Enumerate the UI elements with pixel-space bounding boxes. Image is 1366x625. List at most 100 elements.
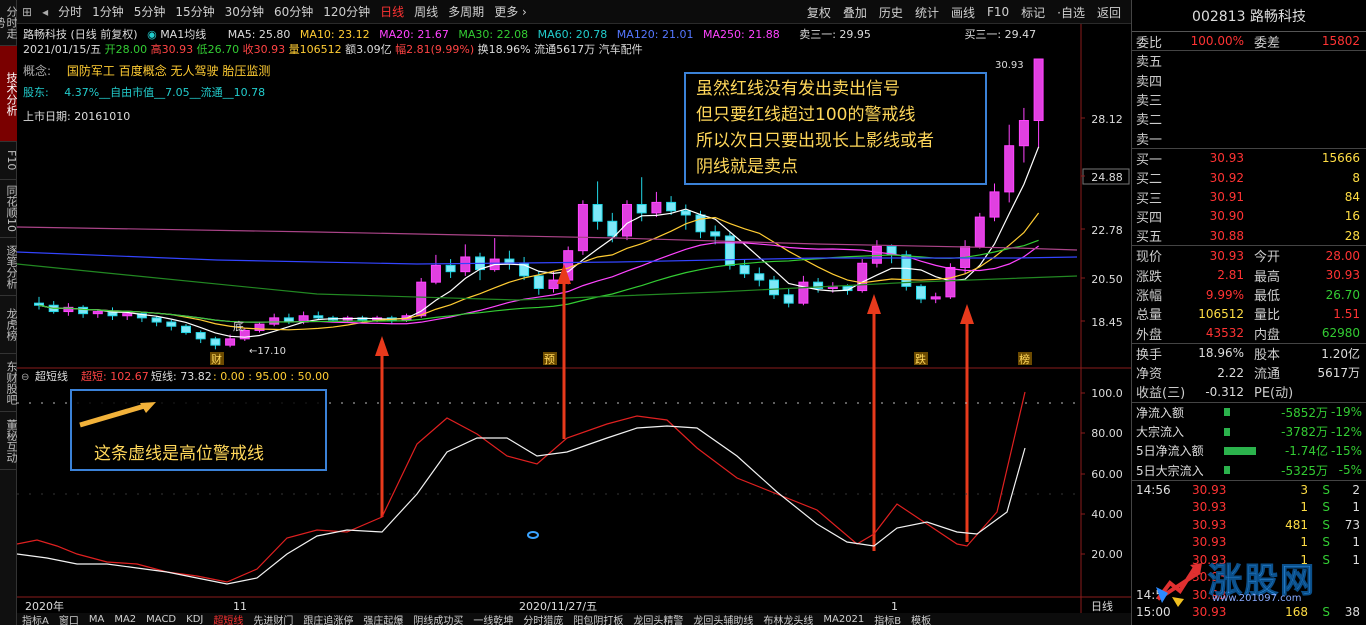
period-tab-2[interactable]: 5分钟 bbox=[129, 3, 171, 20]
tool-button-3[interactable]: 统计 bbox=[909, 4, 945, 21]
ma-toggle-icon[interactable]: ◉ bbox=[147, 28, 157, 41]
bar-date: 2021/01/15/五 bbox=[23, 43, 102, 56]
left-tab-5[interactable]: 龙虎榜 bbox=[0, 296, 18, 354]
tick-side: S bbox=[1322, 535, 1330, 550]
candle-body bbox=[974, 216, 985, 247]
tool-button-0[interactable]: 复权 bbox=[801, 4, 837, 21]
top-toolbar: ⊞ ◂ 分时 1分钟 5分钟 15分钟 30分钟 60分钟 120分钟 日线 周线 多周期 更多 ›… bbox=[17, 0, 1131, 24]
indicator-tab-8[interactable]: 跟庄追涨停 bbox=[298, 613, 358, 625]
indicator-tab-4[interactable]: MACD bbox=[141, 614, 181, 625]
left-tab-1[interactable]: 技术分析 bbox=[0, 46, 18, 142]
flow-label: 大宗流入 bbox=[1136, 425, 1185, 440]
candle-body bbox=[724, 235, 735, 266]
weibi-row: 委比 100.00% 委差 15802 bbox=[1132, 32, 1366, 52]
indicator-tab-11[interactable]: 一线乾坤 bbox=[468, 613, 518, 625]
left-tab-6[interactable]: 东财股吧 bbox=[0, 354, 18, 412]
stat-row: 现价 30.93 今开 28.00 bbox=[1132, 246, 1366, 266]
bar-volume: 量106512 bbox=[288, 43, 342, 56]
indicator-tab-16[interactable]: 布林龙头线 bbox=[758, 613, 818, 625]
tool-button-8[interactable]: 返回 bbox=[1091, 4, 1127, 21]
period-tab-5[interactable]: 60分钟 bbox=[269, 3, 318, 20]
period-tab-9[interactable]: 多周期 bbox=[443, 3, 489, 20]
tick-price: 30.93 bbox=[1192, 535, 1227, 550]
left-tab-0[interactable]: 分时走势 bbox=[0, 0, 18, 46]
indicator-tab-6[interactable]: 超短线 bbox=[208, 613, 248, 625]
candle-body bbox=[78, 306, 89, 315]
left-tab-4[interactable]: 逐笔分析 bbox=[0, 238, 18, 296]
indicator-tab-13[interactable]: 阳包阴打板 bbox=[568, 613, 628, 625]
indicator-short: 短线: 73.82 bbox=[151, 369, 212, 383]
period-tab-7[interactable]: 日线 bbox=[375, 3, 409, 20]
indicator-tab-7[interactable]: 先进财门 bbox=[248, 613, 298, 625]
period-tab-4[interactable]: 30分钟 bbox=[220, 3, 269, 20]
flow-bar bbox=[1224, 427, 1230, 436]
back-icon[interactable]: ◂ bbox=[37, 5, 53, 19]
marker-icon bbox=[527, 531, 539, 539]
tool-button-5[interactable]: F10 bbox=[981, 5, 1015, 19]
ask-label: 卖四 bbox=[1136, 74, 1163, 90]
left-tab-2[interactable]: F10 bbox=[0, 142, 18, 180]
period-tab-6[interactable]: 120分钟 bbox=[318, 3, 375, 20]
indicator-tab-10[interactable]: 阴线成功买 bbox=[408, 613, 468, 625]
period-tab-0[interactable]: 分时 bbox=[53, 3, 87, 20]
stat-label: 换手 bbox=[1136, 347, 1163, 363]
candle-body bbox=[122, 313, 133, 317]
tool-button-4[interactable]: 画线 bbox=[945, 4, 981, 21]
bar-close: 收30.93 bbox=[242, 43, 286, 56]
stat-value: 18.96% bbox=[1198, 346, 1244, 361]
tool-button-7[interactable]: ·自选 bbox=[1051, 4, 1091, 21]
bid-price: 30.93 bbox=[1209, 151, 1244, 166]
stat-value: 62980 bbox=[1321, 326, 1360, 341]
grid-icon[interactable]: ⊞ bbox=[17, 5, 37, 19]
candle-body bbox=[607, 220, 618, 237]
period-tab-10[interactable]: 更多 › bbox=[489, 3, 532, 20]
stat-label: 量比 bbox=[1254, 308, 1281, 324]
chart-tools: 复权 叠加 历史 统计 画线 F10 标记 ·自选 返回 bbox=[801, 0, 1127, 24]
event-marker: 榜 bbox=[1019, 352, 1030, 366]
tick-volume: 3 bbox=[1300, 482, 1308, 497]
indicator-tab-12[interactable]: 分时猎庞 bbox=[518, 613, 568, 625]
bid-volume: 8 bbox=[1352, 170, 1360, 185]
candle-body bbox=[92, 311, 103, 315]
signal-arrow-head bbox=[867, 294, 881, 314]
concept-list[interactable]: 国防军工 百度概念 无人驾驶 胎压监测 bbox=[67, 64, 270, 78]
indicator-tab-0[interactable]: 指标A bbox=[17, 613, 54, 625]
indicator-tab-1[interactable]: 窗口 bbox=[54, 613, 84, 625]
ma-label[interactable]: MA1均线 bbox=[160, 28, 206, 41]
stat-row: 外盘 43532 内盘 62980 bbox=[1132, 323, 1366, 343]
bar-float: 流通5617万 bbox=[534, 43, 596, 56]
collapse-icon: ⊖ bbox=[21, 372, 29, 383]
period-tab-8[interactable]: 周线 bbox=[409, 3, 443, 20]
indicator-tab-5[interactable]: KDJ bbox=[181, 614, 208, 625]
indicator-tab-14[interactable]: 龙回头精警 bbox=[628, 613, 688, 625]
left-tab-3[interactable]: 同花顺10 bbox=[0, 180, 18, 238]
indicator-tab-2[interactable]: MA bbox=[84, 614, 109, 625]
tool-button-6[interactable]: 标记 bbox=[1015, 4, 1051, 21]
indicator-tab-bar: 指标A 窗口 MA MA2 MACD KDJ 超短线 先进财门 跟庄追涨停 强庄起爆 阴线成功买 一线… bbox=[17, 613, 1131, 625]
bid-price: 30.92 bbox=[1209, 170, 1244, 185]
annotation-top: 虽然红线没有发出卖出信号 但只要红线超过100的警戒线 所以次日只要出现长上影线或者… bbox=[684, 72, 987, 185]
candle-body bbox=[857, 262, 868, 292]
period-tab-1[interactable]: 1分钟 bbox=[87, 3, 129, 20]
candle-body bbox=[210, 338, 221, 346]
tick-count: 1 bbox=[1352, 500, 1360, 515]
bar-high: 高30.93 bbox=[150, 43, 194, 56]
tool-button-2[interactable]: 历史 bbox=[873, 4, 909, 21]
indicator-tab-15[interactable]: 龙回头辅助线 bbox=[688, 613, 758, 625]
indicator-tab-19[interactable]: 模板 bbox=[906, 613, 936, 625]
flow-value: -3782万 bbox=[1281, 425, 1328, 440]
watermark-logo-icon bbox=[1156, 563, 1202, 607]
holder-info: 4.37%__自由市值__7.05__流通__10.78 bbox=[64, 86, 266, 99]
candle-body bbox=[34, 302, 44, 306]
candle-body bbox=[769, 279, 779, 296]
indicator-tab-18[interactable]: 指标B bbox=[869, 613, 906, 625]
left-tab-7[interactable]: 董秘互动 bbox=[0, 412, 18, 470]
tool-button-1[interactable]: 叠加 bbox=[837, 4, 873, 21]
period-tab-3[interactable]: 15分钟 bbox=[170, 3, 219, 20]
indicator-tab-17[interactable]: MA2021 bbox=[818, 614, 869, 625]
indicator-tab-3[interactable]: MA2 bbox=[109, 614, 141, 625]
quote-stats: 现价 30.93 今开 28.00 涨跌 2.81 最高 30.93 涨幅 9.99% 最低 26.7… bbox=[1132, 246, 1366, 344]
stat-label: 流通 bbox=[1254, 367, 1281, 383]
candle-body bbox=[1018, 120, 1029, 147]
indicator-tab-9[interactable]: 强庄起爆 bbox=[358, 613, 408, 625]
